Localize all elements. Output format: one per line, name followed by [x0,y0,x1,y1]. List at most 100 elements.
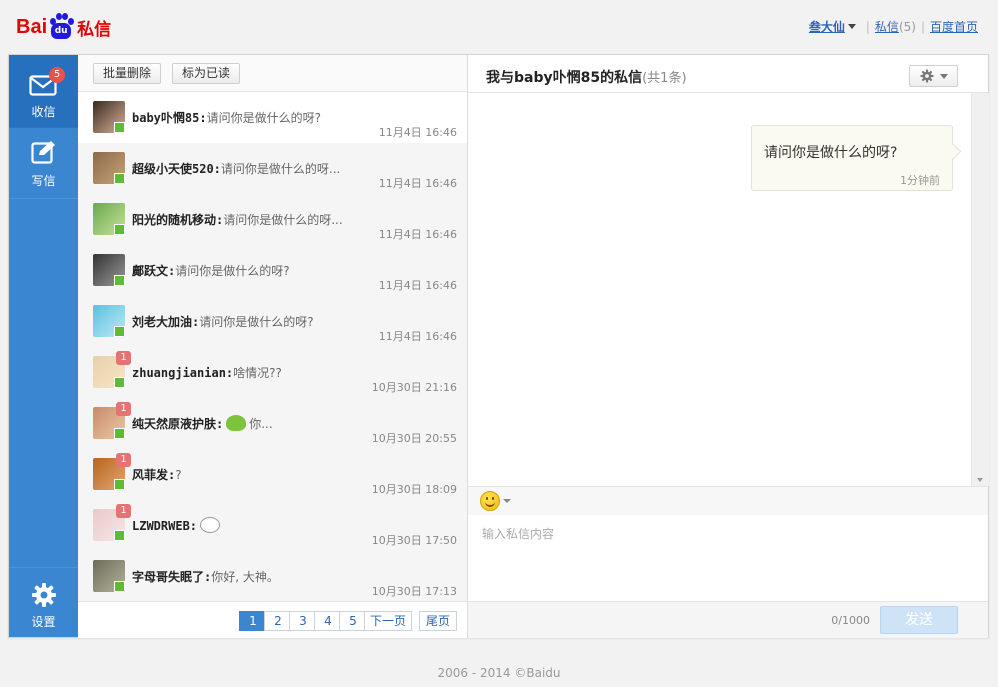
logo-text-sixin: 私信 [77,19,112,40]
message-preview: 你... [249,417,273,431]
message-preview: 请问你是做什么的呀? [175,264,290,278]
smiley-icon[interactable] [480,491,500,511]
unread-badge: 1 [116,402,131,416]
conversation-item[interactable]: 阳光的随机移动:请问你是做什么的呀... 11月4日 16:46 [78,194,467,246]
sidebar-item-write[interactable]: 写信 [9,128,78,199]
send-row: 0/1000 发送 [468,601,988,638]
conversation-item[interactable]: 字母哥失眠了:你好, 大神。 10月30日 17:13 [78,551,467,603]
conversation-item[interactable]: 刘老大加油:请问你是做什么的呀? 11月4日 16:46 [78,296,467,348]
messages-count: (5) [898,19,916,34]
conversation-item[interactable]: 鄺跃文:请问你是做什么的呀? 11月4日 16:46 [78,245,467,297]
sender-name: 刘老大加油: [132,315,200,329]
conversation-item[interactable]: 1 纯天然原液护肤: 你... 10月30日 20:55 [78,398,467,450]
message-preview: 啥情况?? [233,366,282,380]
paw-icon: du [48,13,75,41]
sidebar-item-inbox[interactable]: 5 收信 [9,55,78,128]
avatar[interactable] [93,254,125,286]
chat-scrollbar[interactable] [971,93,989,486]
conversation-list-pane: 批量删除 标为已读 baby卟惘85:请问你是做什么的呀? 11月4日 16:46… [78,55,468,638]
avatar[interactable] [93,203,125,235]
baidu-logo[interactable]: Bai du 私信 [16,12,111,42]
message-preview: 请问你是做什么的呀... [223,213,343,227]
conversation-preview: 字母哥失眠了:你好, 大神。 [132,568,279,585]
unread-badge: 1 [116,504,131,518]
chat-message-count: (共1条) [642,71,687,86]
chevron-down-icon[interactable] [503,499,511,503]
sender-name: LZWDRWEB: [132,519,198,533]
message-text: 请问你是做什么的呀? [764,145,898,161]
conversation-item[interactable]: 超级小天使520:请问你是做什么的呀... 11月4日 16:46 [78,143,467,195]
message-timestamp: 11月4日 16:46 [378,330,457,343]
batch-delete-button[interactable]: 批量删除 [93,63,162,84]
conversation-preview: 鄺跃文:请问你是做什么的呀? [132,262,290,279]
conversation-item[interactable]: 1 LZWDRWEB: 10月30日 17:50 [78,500,467,552]
logo-text-du: du [51,23,72,39]
message-timestamp: 10月30日 17:13 [371,585,457,598]
mark-read-button[interactable]: 标为已读 [172,63,241,84]
send-button[interactable]: 发送 [880,606,958,634]
baidu-home-link[interactable]: 百度首页 [930,18,978,35]
message-preview: 请问你是做什么的呀... [220,162,341,176]
pagination: 1 2 3 4 5 下一页 尾页 [78,601,467,638]
logo-text-bai: Bai [16,15,48,38]
gear-icon [32,583,56,607]
message-timestamp: 11月4日 16:46 [378,177,457,190]
message-timestamp: 10月30日 20:55 [371,432,457,445]
online-status-icon [114,275,125,286]
conversation-preview: 超级小天使520:请问你是做什么的呀... [132,160,340,177]
message-preview: 你好, 大神。 [211,570,279,584]
conversation-preview: 阳光的随机移动:请问你是做什么的呀... [132,211,343,228]
user-menu-link[interactable]: 叁大仙 [809,18,845,35]
message-preview: 请问你是做什么的呀? [206,111,321,125]
chat-message-area: 请问你是做什么的呀? 1分钟前 [468,93,971,486]
page-4-button[interactable]: 4 [314,611,342,631]
message-bubble: 请问你是做什么的呀? 1分钟前 [751,125,953,191]
sidebar-item-settings-label: 设置 [31,615,56,629]
next-page-button[interactable]: 下一页 [364,611,412,631]
top-links: 叁大仙 | 私信 (5) | 百度首页 [808,18,978,35]
scroll-down-arrow-icon[interactable] [977,478,983,482]
top-bar: Bai du 私信 叁大仙 | 私信 (5) | 百度首页 [0,0,998,54]
chevron-down-icon[interactable] [847,23,856,29]
online-status-icon [114,326,125,337]
page-3-button[interactable]: 3 [289,611,317,631]
chat-title-text: 我与baby卟惘85的私信 [486,70,643,86]
page-2-button[interactable]: 2 [264,611,292,631]
frog-emoji-icon [226,415,247,431]
avatar[interactable] [93,560,125,592]
messages-link[interactable]: 私信 [875,18,899,35]
message-timestamp: 10月30日 17:50 [371,534,457,547]
sender-name: 风菲发: [132,468,176,482]
page-1-button[interactable]: 1 [239,611,267,631]
sidebar-item-write-label: 写信 [31,174,56,188]
sheep-emoji-icon [200,517,221,533]
sidebar-item-settings[interactable]: 设置 [9,567,78,638]
list-toolbar: 批量删除 标为已读 [78,55,467,92]
sender-name: 纯天然原液护肤: [132,417,224,431]
message-timestamp: 10月30日 21:16 [371,381,457,394]
conversation-preview: 纯天然原液护肤: 你... [132,415,273,432]
sender-name: 阳光的随机移动: [132,213,224,227]
last-page-button[interactable]: 尾页 [419,611,457,631]
avatar[interactable] [93,305,125,337]
message-input[interactable] [480,523,974,597]
chat-settings-button[interactable] [909,65,958,87]
conversation-preview: zhuangjianian:啥情况?? [132,364,282,381]
online-status-icon [114,479,125,490]
sidebar-nav: 5 收信 写信 设置 [9,55,78,637]
message-preview: ? [175,468,182,482]
avatar[interactable] [93,101,125,133]
sender-name: baby卟惘85: [132,111,207,125]
conversation-item[interactable]: 1 zhuangjianian:啥情况?? 10月30日 21:16 [78,347,467,399]
avatar[interactable] [93,152,125,184]
conversation-preview: LZWDRWEB: [132,517,223,533]
sender-name: 字母哥失眠了: [132,570,212,584]
chat-pane: 我与baby卟惘85的私信(共1条) 请问你是做什么的呀? 1分钟前 输入私信内… [468,55,989,638]
conversation-item[interactable]: 1 风菲发:? 10月30日 18:09 [78,449,467,501]
inbox-unread-badge: 5 [49,67,65,83]
conversation-item[interactable]: baby卟惘85:请问你是做什么的呀? 11月4日 16:46 [78,92,467,144]
online-status-icon [114,581,125,592]
page-5-button[interactable]: 5 [339,611,367,631]
sidebar-item-inbox-label: 收信 [31,105,56,119]
message-time: 1分钟前 [900,174,940,187]
